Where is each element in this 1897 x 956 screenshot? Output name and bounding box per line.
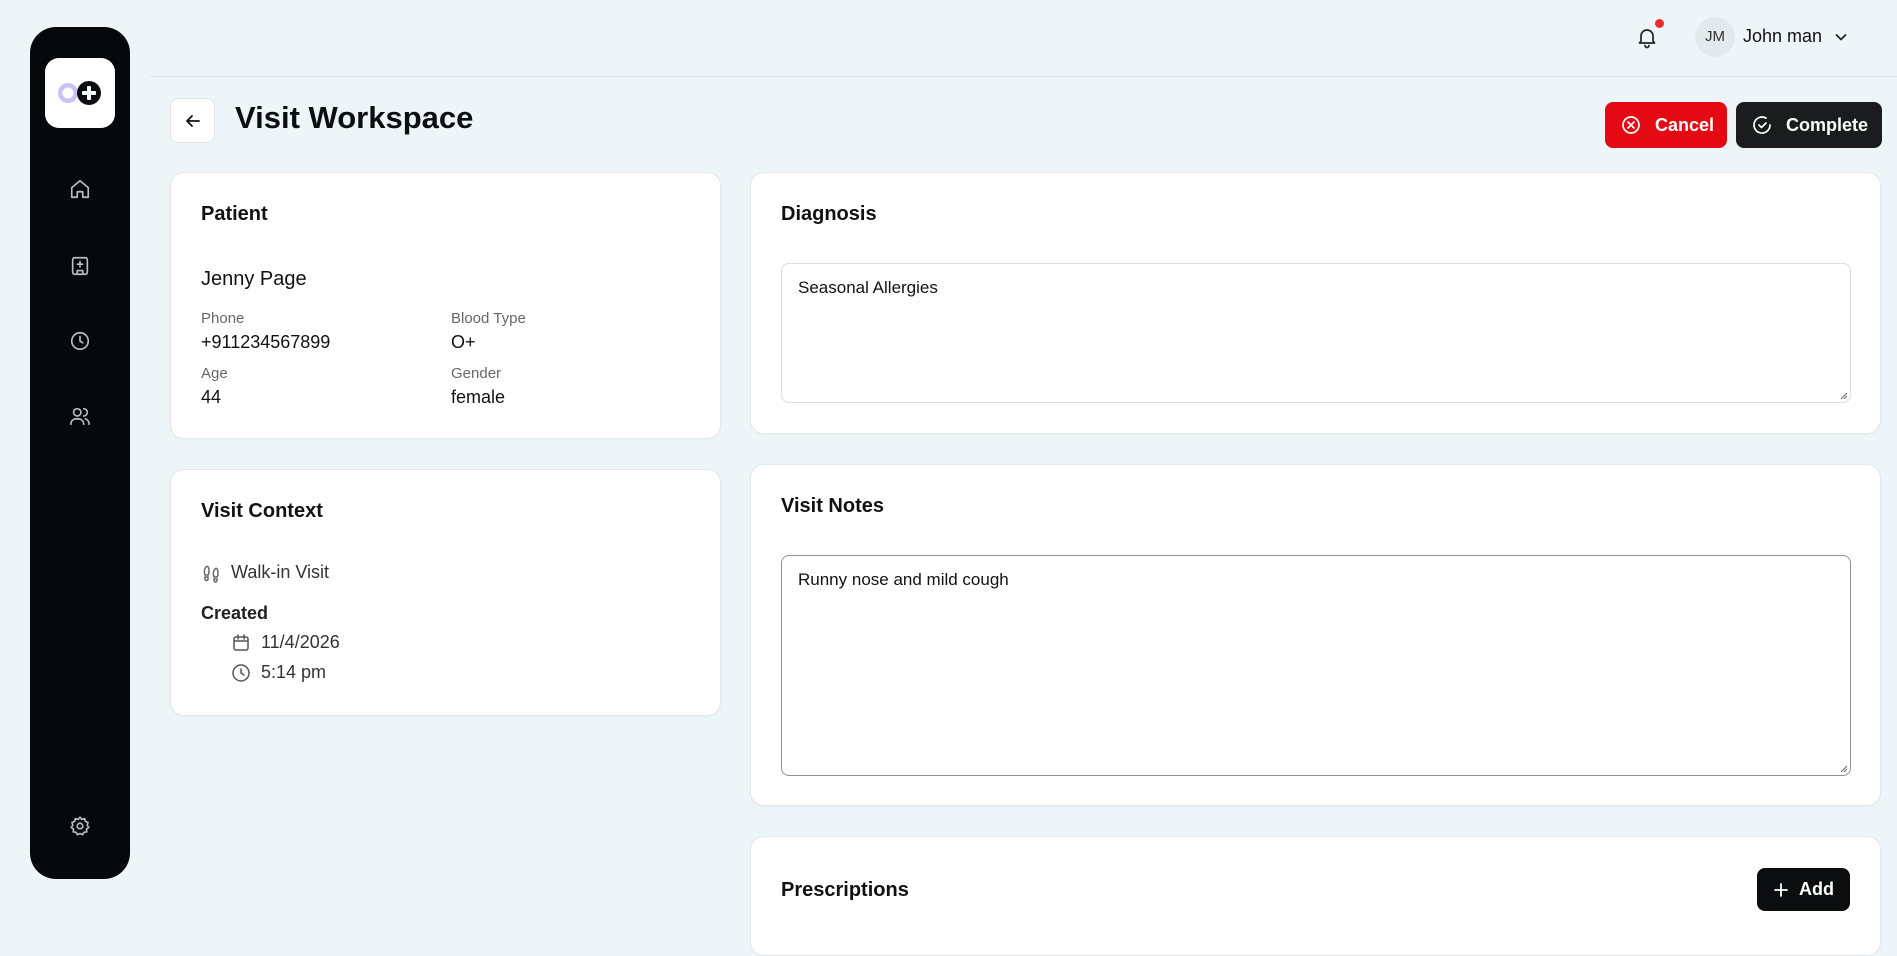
app-logo[interactable]	[45, 58, 115, 128]
age-label: Age	[201, 365, 228, 382]
hospital-icon[interactable]	[69, 255, 91, 277]
settings-icon[interactable]	[69, 815, 91, 837]
diagnosis-value: Seasonal Allergies	[798, 278, 938, 297]
blood-type-label: Blood Type	[451, 310, 526, 327]
blood-type-value: O+	[451, 332, 476, 352]
avatar[interactable]: JM	[1695, 17, 1735, 57]
diagnosis-textarea[interactable]: Seasonal Allergies	[781, 263, 1851, 403]
age-value: 44	[201, 387, 222, 407]
visit-context-title: Visit Context	[201, 500, 323, 522]
cancel-button[interactable]: Cancel	[1605, 102, 1727, 148]
add-button-label: Add	[1799, 879, 1834, 899]
calendar-icon	[233, 633, 249, 651]
created-time-row: 5:14 pm	[231, 662, 326, 683]
check-circle-icon	[1753, 116, 1771, 134]
plus-icon	[1774, 882, 1788, 897]
patient-section-title: Patient	[201, 203, 268, 225]
created-date-row: 11/4/2026	[231, 632, 340, 653]
visit-notes-title: Visit Notes	[781, 495, 884, 517]
clock-icon[interactable]	[69, 330, 91, 352]
gender-label: Gender	[451, 365, 502, 382]
diagnosis-card: Diagnosis Seasonal Allergies	[750, 172, 1881, 434]
visit-notes-value: Runny nose and mild cough	[798, 570, 1009, 589]
notification-dot	[1655, 19, 1664, 28]
users-icon[interactable]	[69, 405, 91, 427]
footprints-icon	[203, 565, 219, 583]
cancel-button-label: Cancel	[1655, 114, 1715, 135]
add-prescription-button[interactable]: Add	[1757, 868, 1850, 911]
patient-card: Patient Jenny Page Phone +911234567899 B…	[170, 172, 721, 439]
diagnosis-title: Diagnosis	[781, 203, 877, 225]
visit-type: Walk-in Visit	[231, 562, 330, 582]
sidebar	[30, 27, 130, 879]
complete-button[interactable]: Complete	[1736, 102, 1882, 148]
phone-value: +911234567899	[201, 332, 331, 352]
visit-notes-card: Visit Notes Runny nose and mild cough	[750, 464, 1881, 806]
x-circle-icon	[1622, 116, 1640, 134]
created-label: Created	[201, 603, 269, 623]
created-time: 5:14 pm	[261, 662, 327, 682]
prescriptions-card: Prescriptions Add	[750, 836, 1881, 956]
logo-icon	[58, 81, 101, 105]
resize-grip-icon[interactable]	[1838, 390, 1848, 400]
visit-type-row: Walk-in Visit	[201, 562, 329, 583]
prescriptions-title: Prescriptions	[781, 879, 909, 901]
visit-notes-textarea[interactable]: Runny nose and mild cough	[781, 555, 1851, 776]
user-name[interactable]: John man	[1743, 26, 1822, 47]
bell-icon[interactable]	[1635, 25, 1659, 49]
complete-button-label: Complete	[1786, 114, 1869, 135]
resize-grip-icon[interactable]	[1838, 763, 1848, 773]
gender-value: female	[451, 387, 506, 407]
home-icon[interactable]	[69, 178, 91, 200]
visit-context-card: Visit Context Walk-in Visit Created 11/4…	[170, 469, 721, 716]
page-title: Visit Workspace	[235, 100, 474, 135]
arrow-left-icon	[186, 115, 200, 127]
chevron-down-icon[interactable]	[1833, 29, 1849, 45]
back-button[interactable]	[170, 98, 215, 143]
patient-name: Jenny Page	[201, 268, 307, 290]
created-date: 11/4/2026	[261, 632, 340, 652]
clock-icon	[232, 663, 250, 682]
phone-label: Phone	[201, 310, 245, 327]
